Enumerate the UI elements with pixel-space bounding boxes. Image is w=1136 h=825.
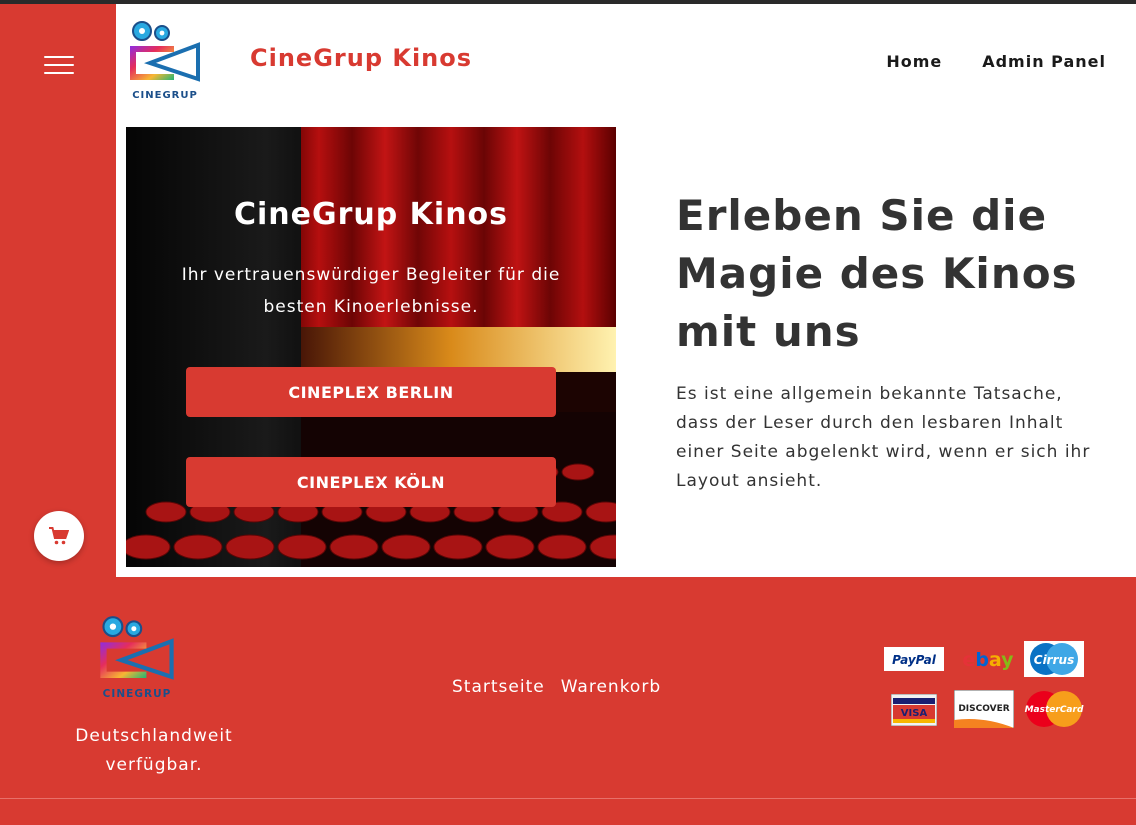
nav-admin-panel[interactable]: Admin Panel <box>982 52 1106 71</box>
footer-link-warenkorb[interactable]: Warenkorb <box>561 677 661 697</box>
nav-home[interactable]: Home <box>886 52 942 71</box>
discover-label: DISCOVER <box>958 704 1009 714</box>
footer-link-startseite[interactable]: Startseite <box>452 677 545 697</box>
cineplex-berlin-button[interactable]: CINEPLEX BERLIN <box>186 367 556 417</box>
footer-tagline: Deutschlandweit verfügbar. <box>75 726 233 775</box>
intro-text: Es ist eine allgemein bekannte Tatsache,… <box>676 384 1091 491</box>
hero-subtitle: Ihr vertrauenswürdiger Begleiter für die… <box>181 265 561 317</box>
cineplex-koeln-button[interactable]: CINEPLEX KÖLN <box>186 457 556 507</box>
brand-title[interactable]: CineGrup Kinos <box>250 44 472 72</box>
visa-logo: VISA <box>891 694 937 726</box>
cirrus-label: Cirrus <box>1034 653 1074 667</box>
ebay-logo: ebay <box>962 649 1014 671</box>
hero-title: CineGrup Kinos <box>233 197 509 232</box>
main-content: CINEGRUP CineGrup Kinos Home Admin Panel <box>116 4 1136 577</box>
top-nav: Home Admin Panel <box>886 52 1106 71</box>
footer-links: Startseite Warenkorb <box>452 677 661 697</box>
cinegrup-logo[interactable]: CINEGRUP <box>124 18 206 102</box>
shopping-cart-icon <box>49 527 69 545</box>
mastercard-logo: MasterCard <box>1025 691 1084 727</box>
mastercard-label: MasterCard <box>1025 705 1084 715</box>
hamburger-icon[interactable] <box>44 56 76 76</box>
sidebar <box>0 4 116 577</box>
hero-banner: CineGrup Kinos Ihr vertrauenswürdiger Be… <box>126 127 616 567</box>
footer: CINEGRUP Deutschlandweit verfügbar. Star… <box>0 577 1136 825</box>
cart-button[interactable] <box>34 511 84 561</box>
footer-divider <box>0 798 1136 799</box>
visa-label: VISA <box>901 708 928 719</box>
intro-headline: Erleben Sie die Magie des Kinos mit uns <box>676 191 1078 356</box>
discover-logo: DISCOVER <box>954 690 1014 728</box>
logo-text: CINEGRUP <box>132 90 198 101</box>
paypal-logo: PayPal <box>884 647 944 671</box>
footer-logo-text: CINEGRUP <box>103 688 172 700</box>
paypal-label: PayPal <box>892 653 937 667</box>
ebay-label: ebay <box>962 649 1014 671</box>
cirrus-logo: Cirrus <box>1024 641 1084 677</box>
footer-cinegrup-logo[interactable]: CINEGRUP <box>94 613 180 701</box>
hero-overlay: CineGrup Kinos Ihr vertrauenswürdiger Be… <box>126 127 616 567</box>
